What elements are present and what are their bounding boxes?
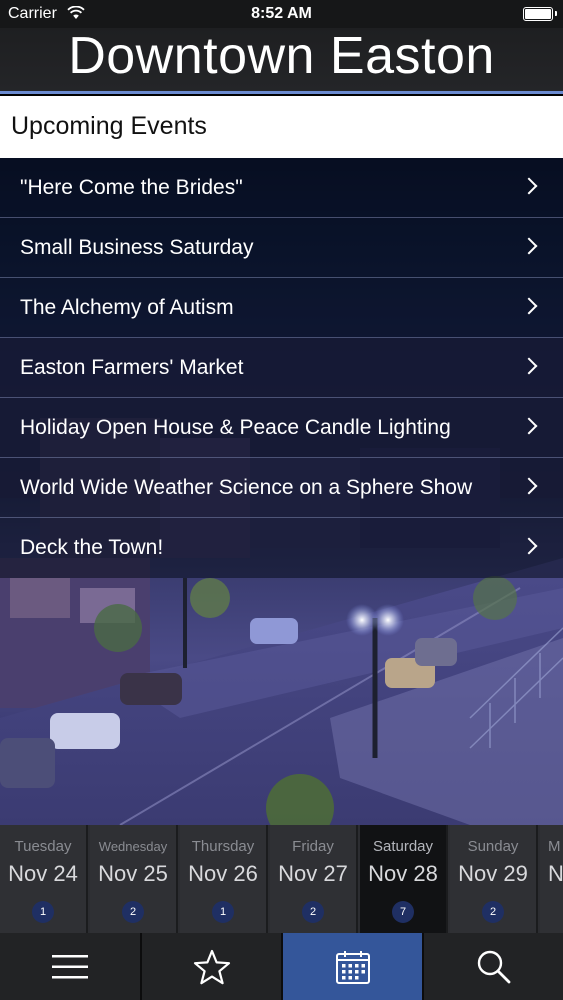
date-label: N [548,861,563,886]
event-row[interactable]: Holiday Open House & Peace Candle Lighti… [0,398,563,458]
event-count-badge: 1 [212,901,234,923]
event-count-badge: 2 [482,901,504,923]
event-row[interactable]: World Wide Weather Science on a Sphere S… [0,458,563,518]
date-cell-nov-25[interactable]: Wednesday Nov 25 2 [90,825,178,933]
event-label: The Alchemy of Autism [20,296,234,319]
tab-bar [0,933,563,1000]
menu-icon [52,954,88,978]
day-name: Thursday [191,838,255,855]
event-count-badge: 2 [122,901,144,923]
event-label: Small Business Saturday [20,236,254,259]
chevron-right-icon [520,537,538,555]
event-row[interactable]: Easton Farmers' Market [0,338,563,398]
event-label: Holiday Open House & Peace Candle Lighti… [20,416,451,439]
chevron-right-icon [520,297,538,315]
date-label: Nov 26 [188,861,258,886]
event-count-badge: 1 [32,901,54,923]
day-name: Wednesday [98,839,168,854]
tab-favorites[interactable] [142,933,283,1000]
event-row[interactable]: "Here Come the Brides" [0,158,563,218]
search-icon [477,950,510,983]
battery-icon [523,7,557,21]
date-cell-nov-26[interactable]: Thursday Nov 26 1 [180,825,268,933]
date-cell-nov-28[interactable]: Saturday Nov 28 7 [360,825,448,933]
star-icon [193,949,230,984]
tab-search[interactable] [424,933,563,1000]
section-title: Upcoming Events [11,112,207,140]
chevron-right-icon [520,477,538,495]
day-name: Friday [292,838,334,855]
date-label: Nov 29 [458,861,528,886]
day-name: M [548,838,561,855]
tab-calendar[interactable] [283,933,424,1000]
chevron-right-icon [520,237,538,255]
day-name: Saturday [372,838,434,855]
date-label: Nov 25 [98,861,168,886]
section-header: Upcoming Events [0,96,563,158]
date-label: Nov 24 [8,861,78,886]
date-label: Nov 28 [368,861,438,886]
event-count-badge: 7 [392,901,414,923]
date-label: Nov 27 [278,861,348,886]
chevron-right-icon [520,357,538,375]
event-row[interactable]: Deck the Town! [0,518,563,578]
date-strip: Tuesday Nov 24 1 Wednesday Nov 25 2 Thur… [0,825,563,933]
event-label: Deck the Town! [20,536,164,559]
day-name: Sunday [467,838,519,855]
date-cell-nov-27[interactable]: Friday Nov 27 2 [270,825,358,933]
app-header: Downtown Easton [0,28,563,94]
event-row[interactable]: The Alchemy of Autism [0,278,563,338]
event-label: World Wide Weather Science on a Sphere S… [20,476,473,499]
status-bar: Carrier 8:52 AM [0,0,563,28]
date-cell-partial[interactable]: M N [540,825,563,933]
event-list: "Here Come the Brides" Small Business Sa… [0,158,563,578]
chevron-right-icon [520,177,538,195]
status-time: 8:52 AM [251,5,312,22]
date-cell-nov-29[interactable]: Sunday Nov 29 2 [450,825,538,933]
event-label: Easton Farmers' Market [20,356,244,379]
event-count-badge: 2 [302,901,324,923]
tab-menu[interactable] [0,933,142,1000]
event-label: "Here Come the Brides" [20,176,243,199]
chevron-right-icon [520,417,538,435]
app-title: Downtown Easton [68,27,495,85]
date-cell-nov-24[interactable]: Tuesday Nov 24 1 [0,825,88,933]
event-row[interactable]: Small Business Saturday [0,218,563,278]
day-name: Tuesday [14,838,72,855]
calendar-icon [335,950,370,984]
